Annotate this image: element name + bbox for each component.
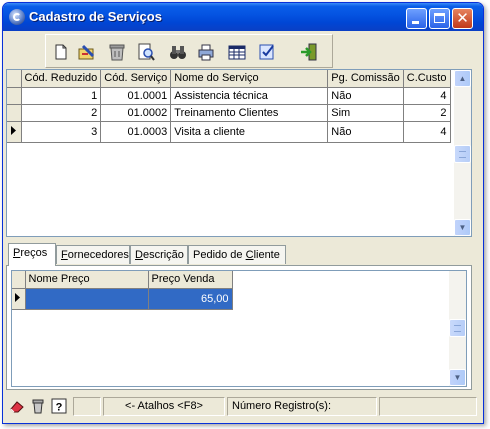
tab-fornecedores[interactable]: Fornecedores bbox=[56, 245, 130, 264]
services-vertical-scrollbar[interactable]: ▲ ▼ bbox=[454, 70, 471, 236]
cell-c-custo[interactable]: 4 bbox=[403, 87, 451, 105]
row-indicator bbox=[12, 288, 26, 310]
close-icon: ✕ bbox=[456, 9, 469, 27]
scroll-thumb[interactable] bbox=[449, 319, 466, 337]
close-button[interactable]: ✕ bbox=[452, 8, 473, 29]
row-indicator-header bbox=[12, 271, 26, 289]
edit-icon[interactable] bbox=[77, 42, 97, 62]
maximize-button[interactable] bbox=[429, 8, 450, 29]
cell-nome-servico[interactable]: Assistencia técnica bbox=[170, 87, 329, 105]
svg-text:?: ? bbox=[56, 402, 63, 414]
scroll-up-icon: ▲ bbox=[458, 74, 467, 83]
tab-precos[interactable]: Preços bbox=[8, 243, 56, 266]
cell-c-custo[interactable]: 2 bbox=[403, 104, 451, 122]
title-bar[interactable]: Cadastro de Serviços ✕ bbox=[3, 3, 483, 31]
cell-pg-comissao[interactable]: Não bbox=[327, 87, 404, 105]
cell-cod-reduzido[interactable]: 3 bbox=[21, 121, 102, 143]
scroll-down-button[interactable]: ▼ bbox=[454, 219, 471, 236]
cell-cod-servico[interactable]: 01.0003 bbox=[100, 121, 172, 143]
minimize-icon bbox=[412, 21, 419, 24]
search-binoculars-icon[interactable] bbox=[168, 42, 188, 62]
print-icon[interactable] bbox=[196, 42, 216, 62]
services-grid[interactable]: Cód. Reduzido Cód. Serviço Nome do Servi… bbox=[6, 69, 472, 237]
services-window: Cadastro de Serviços ✕ Cód. Reduzido Cód… bbox=[2, 2, 484, 424]
exit-icon[interactable] bbox=[299, 42, 319, 62]
status-bar: ? <- Atalhos <F8> Número Registro(s): bbox=[3, 395, 483, 423]
cell-preco-venda[interactable]: 65,00 bbox=[148, 288, 233, 310]
cell-nome-servico[interactable]: Treinamento Clientes bbox=[170, 104, 329, 122]
cell-pg-comissao[interactable]: Não bbox=[327, 121, 404, 143]
prices-table: Nome Preço Preço Venda 65,00 bbox=[12, 271, 233, 310]
cell-pg-comissao[interactable]: Sim bbox=[327, 104, 404, 122]
scroll-down-button[interactable]: ▼ bbox=[449, 369, 466, 386]
column-header-nome-servico[interactable]: Nome do Serviço bbox=[170, 70, 329, 88]
tab-pedido-de-cliente[interactable]: Pedido de Cliente bbox=[188, 245, 286, 264]
minimize-button[interactable] bbox=[406, 8, 427, 29]
column-header-cod-reduzido[interactable]: Cód. Reduzido bbox=[21, 70, 102, 88]
cell-c-custo[interactable]: 4 bbox=[403, 121, 451, 143]
column-header-pg-comissao[interactable]: Pg. Comissão bbox=[327, 70, 404, 88]
current-row-arrow-icon bbox=[11, 125, 16, 135]
cell-nome-servico[interactable]: Visita a cliente bbox=[170, 121, 329, 143]
cell-cod-reduzido[interactable]: 1 bbox=[21, 87, 102, 105]
scroll-down-icon: ▼ bbox=[458, 223, 467, 232]
scroll-thumb[interactable] bbox=[454, 145, 471, 163]
column-header-cod-servico[interactable]: Cód. Serviço bbox=[100, 70, 172, 88]
tab-label: Fornecedores bbox=[61, 249, 129, 261]
eraser-icon[interactable] bbox=[9, 398, 25, 414]
table-row[interactable]: 1 01.0001 Assistencia técnica Não 4 bbox=[7, 87, 451, 105]
row-indicator-header bbox=[7, 70, 22, 88]
shortcut-hint[interactable]: <- Atalhos <F8> bbox=[103, 397, 225, 416]
prices-grid[interactable]: Nome Preço Preço Venda 65,00 ▼ bbox=[11, 270, 467, 387]
table-row[interactable]: 2 01.0002 Treinamento Clientes Sim 2 bbox=[7, 104, 451, 122]
tab-label: Descrição bbox=[135, 249, 184, 261]
scroll-up-button[interactable]: ▲ bbox=[454, 70, 471, 87]
services-table: Cód. Reduzido Cód. Serviço Nome do Servi… bbox=[7, 70, 451, 143]
help-icon[interactable]: ? bbox=[51, 398, 67, 414]
current-row-arrow-icon bbox=[15, 292, 20, 302]
services-header-row: Cód. Reduzido Cód. Serviço Nome do Servi… bbox=[7, 70, 451, 88]
tab-label: Preços bbox=[13, 247, 48, 259]
prices-vertical-scrollbar[interactable]: ▼ bbox=[449, 271, 466, 386]
maximize-icon bbox=[434, 13, 445, 23]
status-panel-empty bbox=[73, 397, 101, 416]
record-count-value bbox=[379, 397, 477, 416]
window-title: Cadastro de Serviços bbox=[29, 9, 162, 24]
column-header-preco-venda[interactable]: Preço Venda bbox=[148, 271, 233, 289]
toolbar bbox=[45, 34, 333, 68]
new-document-icon[interactable] bbox=[51, 42, 71, 62]
table-row[interactable]: 65,00 bbox=[12, 288, 233, 310]
table-row[interactable]: 3 01.0003 Visita a cliente Não 4 bbox=[7, 121, 451, 143]
grid-view-icon[interactable] bbox=[227, 42, 247, 62]
trash-icon[interactable] bbox=[30, 398, 46, 414]
delete-icon[interactable] bbox=[107, 42, 127, 62]
column-header-nome-preco[interactable]: Nome Preço bbox=[25, 271, 149, 289]
cell-nome-preco[interactable] bbox=[25, 288, 149, 310]
row-indicator bbox=[7, 121, 22, 143]
column-header-c-custo[interactable]: C.Custo bbox=[403, 70, 451, 88]
precos-tab-panel: Nome Preço Preço Venda 65,00 ▼ bbox=[6, 265, 472, 390]
preview-icon[interactable] bbox=[136, 42, 156, 62]
cell-cod-servico[interactable]: 01.0001 bbox=[100, 87, 172, 105]
cell-cod-servico[interactable]: 01.0002 bbox=[100, 104, 172, 122]
confirm-icon[interactable] bbox=[257, 42, 277, 62]
prices-header-row: Nome Preço Preço Venda bbox=[12, 271, 233, 289]
tab-descricao[interactable]: Descrição bbox=[130, 245, 188, 264]
cell-cod-reduzido[interactable]: 2 bbox=[21, 104, 102, 122]
tab-label: Pedido de Cliente bbox=[193, 249, 280, 261]
app-icon[interactable] bbox=[9, 9, 25, 25]
record-count-label: Número Registro(s): bbox=[227, 397, 377, 416]
row-indicator bbox=[7, 104, 22, 122]
scroll-down-icon: ▼ bbox=[453, 373, 462, 382]
row-indicator bbox=[7, 87, 22, 105]
